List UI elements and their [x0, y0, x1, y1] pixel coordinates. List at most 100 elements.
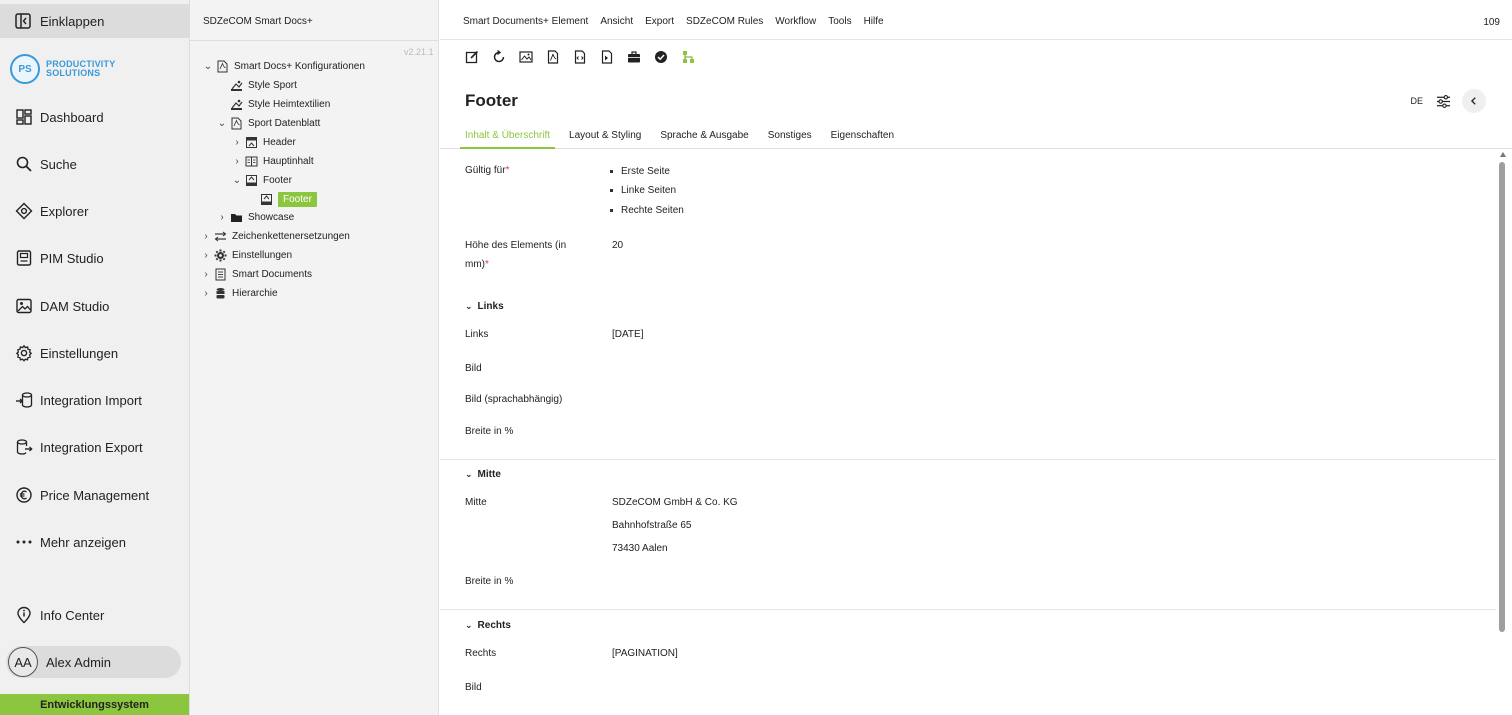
database-icon	[214, 287, 227, 300]
image-icon	[15, 297, 33, 315]
chevron-right-icon[interactable]: ›	[216, 212, 228, 223]
tree-node-style-sport[interactable]: Style Sport	[230, 76, 297, 94]
menu-sdzecom-rules[interactable]: SDZeCOM Rules	[686, 16, 763, 27]
menu-export[interactable]: Export	[645, 16, 674, 27]
menu-tools[interactable]: Tools	[828, 16, 851, 27]
code-file-icon[interactable]	[571, 48, 589, 66]
collapse-nav-button[interactable]: Einklappen	[0, 4, 189, 38]
nav-item-price-management[interactable]: Price Management	[0, 480, 189, 510]
hierarchy-icon[interactable]	[679, 48, 697, 66]
links-label: Links	[465, 329, 489, 340]
nav-item-mehr-anzeigen[interactable]: Mehr anzeigen	[0, 527, 189, 557]
nav-label: Einstellungen	[40, 345, 119, 361]
chevron-right-icon[interactable]: ›	[200, 269, 212, 280]
collapse-icon	[14, 12, 32, 30]
nav-item-einstellungen[interactable]: Einstellungen	[0, 338, 189, 368]
nav-item-pim-studio[interactable]: PIM Studio	[0, 243, 189, 273]
tree-node-hauptinhalt[interactable]: › Hauptinhalt	[231, 152, 313, 170]
header-element-icon	[245, 136, 258, 149]
tree-node-label: Style Sport	[248, 79, 297, 91]
tab-sprache-ausgabe[interactable]: Sprache & Ausgabe	[655, 124, 753, 149]
menu-smart-documents-element[interactable]: Smart Documents+ Element	[463, 16, 588, 27]
pim-icon	[15, 249, 33, 267]
chevron-right-icon[interactable]: ›	[200, 250, 212, 261]
tree-node-header[interactable]: › Header	[231, 133, 296, 151]
tree-node-hierarchie[interactable]: › Hierarchie	[200, 284, 278, 302]
nav-item-dashboard[interactable]: Dashboard	[0, 102, 189, 132]
user-menu[interactable]: AA Alex Admin	[6, 646, 181, 678]
nav-item-dam-studio[interactable]: DAM Studio	[0, 291, 189, 321]
tree-node-label: Showcase	[248, 211, 295, 223]
more-icon	[15, 533, 33, 551]
header-controls: DE	[1410, 89, 1486, 113]
valid-for-item: Erste Seite	[612, 166, 670, 177]
scroll-up-arrow-icon[interactable]	[1500, 152, 1506, 157]
tree-node-konfigurationen[interactable]: ⌄ Smart Docs+ Konfigurationen	[202, 57, 365, 75]
footer-element-icon	[245, 174, 258, 187]
chevron-right-icon[interactable]: ›	[200, 288, 212, 299]
nav-label: Suche	[40, 156, 77, 172]
tab-eigenschaften[interactable]: Eigenschaften	[826, 124, 899, 149]
chevron-down-icon[interactable]: ⌄	[231, 175, 243, 186]
mitte-line[interactable]: SDZeCOM GmbH & Co. KG	[612, 497, 738, 508]
rechts-value[interactable]: [PAGINATION]	[612, 648, 678, 659]
language-selector[interactable]: DE	[1410, 96, 1423, 106]
tab-sonstiges[interactable]: Sonstiges	[763, 124, 817, 149]
chevron-right-icon[interactable]: ›	[200, 231, 212, 242]
tab-layout-styling[interactable]: Layout & Styling	[564, 124, 646, 149]
breite-label: Breite in %	[465, 576, 514, 587]
menu-hilfe[interactable]: Hilfe	[864, 16, 884, 27]
tree-node-einstellungen[interactable]: › Einstellungen	[200, 246, 292, 264]
chevron-down-icon[interactable]: ⌄	[202, 61, 214, 72]
export-icon	[15, 438, 33, 456]
back-button[interactable]	[1462, 89, 1486, 113]
tab-inhalt-ueberschrift[interactable]: Inhalt & Überschrift	[460, 124, 556, 149]
footer-element-icon	[260, 193, 273, 206]
logo-mark: PS	[10, 54, 40, 84]
valid-for-item: Rechte Seiten	[612, 205, 684, 216]
section-mitte-header[interactable]: ⌄ Mitte	[465, 469, 501, 480]
tree-node-sport-datenblatt[interactable]: ⌄ Sport Datenblatt	[216, 114, 320, 132]
reload-icon[interactable]	[490, 48, 508, 66]
euro-icon	[15, 486, 33, 504]
tree-node-zeichenketten[interactable]: › Zeichenkettenersetzungen	[200, 227, 350, 245]
menu-ansicht[interactable]: Ansicht	[600, 16, 633, 27]
nav-item-integration-import[interactable]: Integration Import	[0, 385, 189, 415]
scrollbar[interactable]	[1496, 150, 1510, 715]
tree-node-smart-documents[interactable]: › Smart Documents	[200, 265, 312, 283]
menu-bar: Smart Documents+ Element Ansicht Export …	[440, 4, 1512, 40]
tree-title: SDZeCOM Smart Docs+	[203, 16, 313, 27]
scroll-thumb[interactable]	[1499, 162, 1505, 632]
page-title: Footer	[465, 91, 518, 110]
tree-node-label: Sport Datenblatt	[248, 117, 321, 129]
edit-icon[interactable]	[463, 48, 481, 66]
height-value[interactable]: 20	[612, 240, 623, 251]
chevron-right-icon[interactable]: ›	[231, 156, 243, 167]
settings-sliders-icon[interactable]	[1434, 92, 1452, 110]
divider	[190, 40, 439, 41]
nav-item-info-center[interactable]: Info Center	[0, 600, 189, 630]
tree-node-style-heimtextilien[interactable]: Style Heimtextilien	[230, 95, 330, 113]
section-links-header[interactable]: ⌄ Links	[465, 301, 504, 312]
rechts-label: Rechts	[465, 648, 497, 659]
chevron-down-icon[interactable]: ⌄	[216, 118, 228, 129]
links-value[interactable]: [DATE]	[612, 329, 643, 340]
pdf-icon[interactable]	[544, 48, 562, 66]
tree-node-footer-selected[interactable]: Footer	[260, 190, 317, 208]
company-logo[interactable]: PS PRODUCTIVITY SOLUTIONS	[10, 54, 115, 84]
nav-item-explorer[interactable]: Explorer	[0, 196, 189, 226]
check-circle-icon[interactable]	[652, 48, 670, 66]
tree-node-footer-folder[interactable]: ⌄ Footer	[231, 171, 292, 189]
file-export-icon[interactable]	[598, 48, 616, 66]
chevron-down-icon: ⌄	[465, 301, 473, 311]
briefcase-icon[interactable]	[625, 48, 643, 66]
image-pdf-icon[interactable]	[517, 48, 535, 66]
nav-item-integration-export[interactable]: Integration Export	[0, 432, 189, 462]
mitte-line[interactable]: Bahnhofstraße 65	[612, 520, 692, 531]
mitte-line[interactable]: 73430 Aalen	[612, 543, 668, 554]
section-rechts-header[interactable]: ⌄ Rechts	[465, 620, 511, 631]
tree-node-showcase[interactable]: › Showcase	[216, 208, 294, 226]
menu-workflow[interactable]: Workflow	[775, 16, 816, 27]
chevron-right-icon[interactable]: ›	[231, 137, 243, 148]
nav-item-suche[interactable]: Suche	[0, 149, 189, 179]
